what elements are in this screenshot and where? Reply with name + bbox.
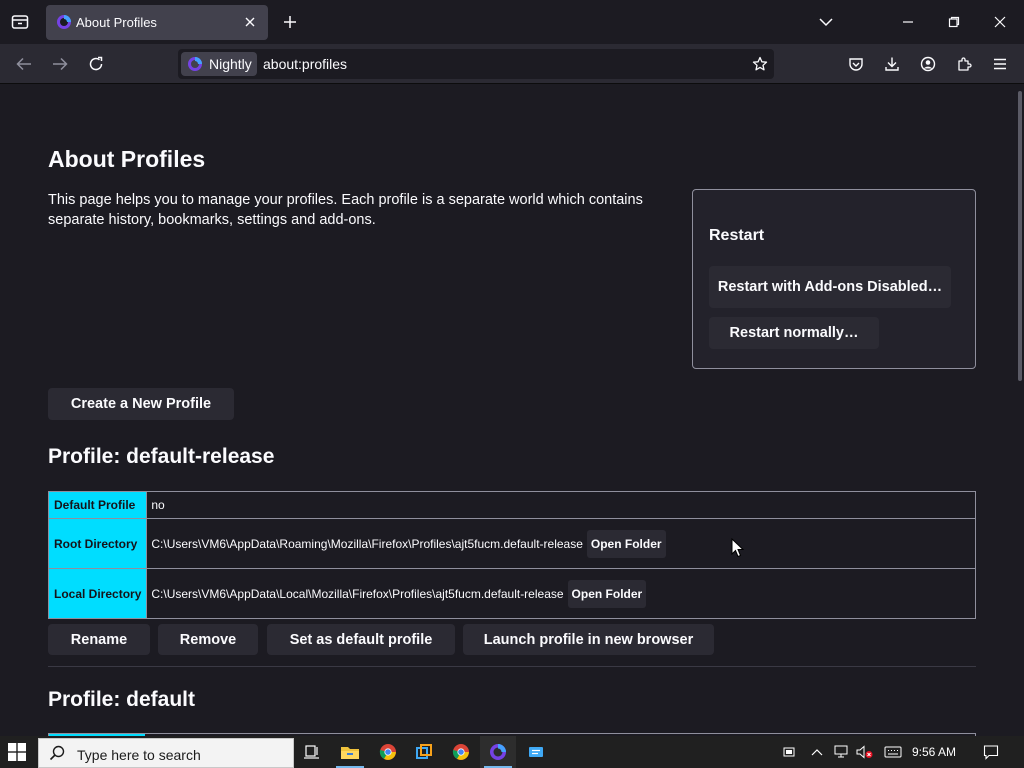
remove-button[interactable]: Remove xyxy=(158,624,258,655)
account-icon[interactable] xyxy=(918,54,938,74)
minimize-icon[interactable] xyxy=(898,12,918,32)
notification-app-icon[interactable] xyxy=(780,744,798,760)
url-text[interactable]: about:profiles xyxy=(263,56,347,72)
search-icon xyxy=(49,745,65,761)
url-bar[interactable]: Nightly about:profiles xyxy=(178,49,774,79)
chrome-icon[interactable] xyxy=(443,736,479,768)
restart-addons-disabled-button[interactable]: Restart with Add-ons Disabled… xyxy=(709,266,951,308)
profile-table: Default Profile no Root Directory C:\Use… xyxy=(47,491,976,619)
firefox-nightly-icon[interactable] xyxy=(480,736,516,768)
extensions-icon[interactable] xyxy=(954,54,974,74)
hamburger-menu-icon[interactable] xyxy=(990,54,1010,74)
windows-taskbar: Type here to search 9:56 AM xyxy=(0,736,1024,768)
profile-heading: Profile: default-release xyxy=(48,445,275,468)
windows-start-icon[interactable] xyxy=(8,743,26,761)
vm-app-icon[interactable] xyxy=(406,736,442,768)
tab-title: About Profiles xyxy=(76,15,157,30)
table-row: Default Profile no xyxy=(47,491,976,519)
local-directory-path: C:\Users\VM6\AppData\Local\Mozilla\Firef… xyxy=(151,586,564,601)
network-icon[interactable] xyxy=(833,744,851,760)
identity-box[interactable]: Nightly xyxy=(181,52,257,76)
mouse-cursor-icon xyxy=(731,537,745,558)
row-label: Default Profile xyxy=(47,491,148,519)
navigation-toolbar: Nightly about:profiles xyxy=(0,44,1024,84)
page-content: About Profiles This page helps you to ma… xyxy=(0,85,1024,736)
table-row: Local Directory C:\Users\VM6\AppData\Loc… xyxy=(47,568,976,619)
root-directory-path: C:\Users\VM6\AppData\Roaming\Mozilla\Fir… xyxy=(151,536,583,551)
taskbar-clock[interactable]: 9:56 AM xyxy=(912,745,956,759)
restart-heading: Restart xyxy=(709,227,765,244)
file-explorer-icon[interactable] xyxy=(332,736,368,768)
forward-arrow-icon[interactable] xyxy=(50,54,70,74)
row-label: Root Directory xyxy=(47,518,148,569)
page-title: About Profiles xyxy=(48,146,206,172)
nightly-logo-icon xyxy=(188,57,202,71)
close-window-icon[interactable] xyxy=(990,12,1010,32)
volume-muted-icon[interactable] xyxy=(856,744,874,760)
launch-profile-button[interactable]: Launch profile in new browser xyxy=(463,624,714,655)
profile-heading: Profile: default xyxy=(48,688,196,711)
tab-about-profiles[interactable]: About Profiles xyxy=(46,5,268,40)
chevron-down-icon[interactable] xyxy=(816,12,836,32)
new-tab-icon[interactable] xyxy=(280,12,300,32)
notepad-app-icon[interactable] xyxy=(518,736,554,768)
bookmark-star-icon[interactable] xyxy=(750,54,770,74)
intro-text: This page helps you to manage your profi… xyxy=(48,192,643,228)
search-placeholder: Type here to search xyxy=(77,747,201,763)
restore-window-icon[interactable] xyxy=(944,12,964,32)
action-center-icon[interactable] xyxy=(982,744,1000,760)
default-profile-value: no xyxy=(146,491,976,519)
section-divider xyxy=(48,666,976,667)
restart-normally-button[interactable]: Restart normally… xyxy=(709,317,879,349)
create-profile-button[interactable]: Create a New Profile xyxy=(48,388,234,420)
identity-label: Nightly xyxy=(209,56,252,72)
restart-panel: Restart Restart with Add-ons Disabled… R… xyxy=(692,189,976,369)
pocket-icon[interactable] xyxy=(846,54,866,74)
scrollbar-thumb[interactable] xyxy=(1018,91,1022,381)
open-root-folder-button[interactable]: Open Folder xyxy=(586,529,666,558)
nightly-logo-icon xyxy=(56,14,72,30)
reload-icon[interactable] xyxy=(86,54,106,74)
task-view-icon[interactable] xyxy=(294,736,330,768)
chrome-icon[interactable] xyxy=(370,736,406,768)
table-row: Root Directory C:\Users\VM6\AppData\Roam… xyxy=(47,518,976,569)
back-arrow-icon[interactable] xyxy=(14,54,34,74)
close-tab-icon[interactable] xyxy=(242,14,258,30)
taskbar-search-box[interactable]: Type here to search xyxy=(38,738,294,768)
downloads-icon[interactable] xyxy=(882,54,902,74)
tab-strip: About Profiles xyxy=(0,0,1024,44)
tab-list-icon[interactable] xyxy=(8,11,32,33)
rename-button[interactable]: Rename xyxy=(48,624,150,655)
keyboard-icon[interactable] xyxy=(884,744,902,760)
set-default-profile-button[interactable]: Set as default profile xyxy=(267,624,455,655)
chevron-up-icon[interactable] xyxy=(808,744,826,760)
open-local-folder-button[interactable]: Open Folder xyxy=(567,579,647,608)
row-label: Local Directory xyxy=(47,568,148,619)
